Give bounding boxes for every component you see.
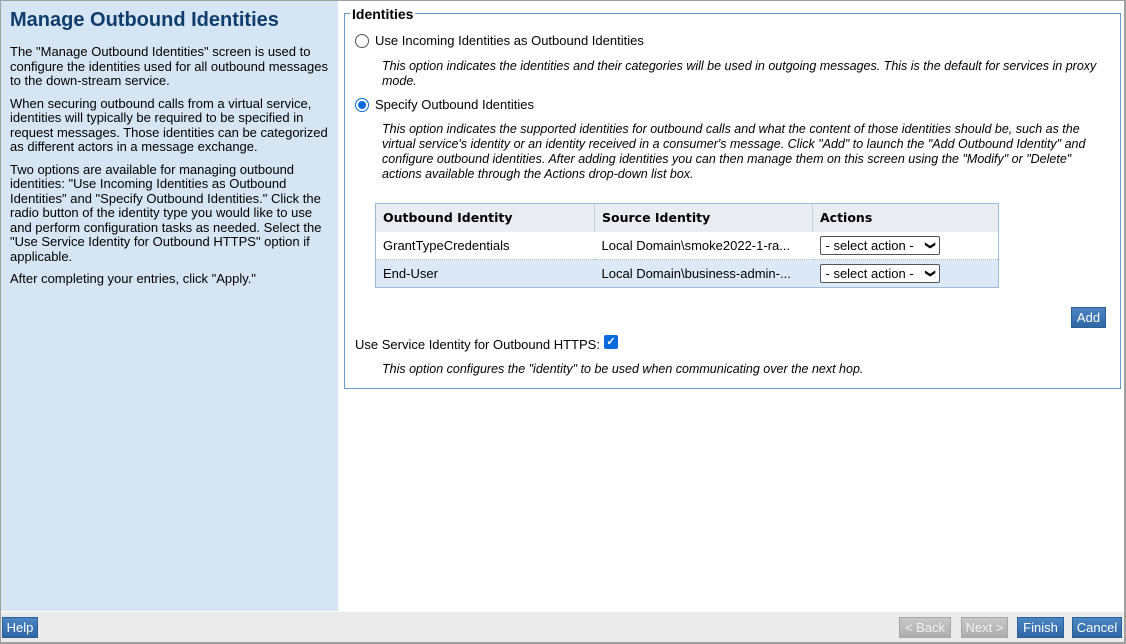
help-sidebar: Manage Outbound Identities The "Manage O…	[1, 1, 338, 611]
main-content: Identities Use Incoming Identities as Ou…	[338, 1, 1124, 611]
source-identity-cell: Local Domain\business-admin-...	[594, 259, 813, 288]
help-paragraph: The "Manage Outbound Identities" screen …	[10, 44, 328, 88]
action-select[interactable]: - select action - ❯	[819, 235, 940, 255]
option-incoming-label: Use Incoming Identities as Outbound Iden…	[375, 33, 644, 48]
help-paragraph: Two options are available for managing o…	[10, 161, 322, 264]
option-specify-identities[interactable]: Specify Outbound Identities	[355, 97, 534, 112]
source-identity-cell: Local Domain\smoke2022-1-ra...	[594, 231, 813, 260]
outbound-https-description: This option configures the "identity" to…	[382, 362, 864, 376]
column-header-actions: Actions	[812, 203, 999, 232]
cancel-button[interactable]: Cancel	[1072, 617, 1122, 638]
action-select-value: - select action -	[825, 266, 914, 281]
outbound-identities-table: Outbound Identity Source Identity Action…	[375, 203, 999, 288]
page-title: Manage Outbound Identities	[10, 9, 279, 31]
option-specify-description: This option indicates the supported iden…	[382, 122, 1086, 181]
column-header-source-identity[interactable]: Source Identity	[594, 203, 813, 232]
action-select[interactable]: - select action - ❯	[819, 264, 940, 283]
help-paragraph: After completing your entries, click "Ap…	[10, 271, 256, 286]
outbound-identity-cell: GrantTypeCredentials	[375, 231, 595, 260]
option-incoming-identities[interactable]: Use Incoming Identities as Outbound Iden…	[355, 33, 644, 48]
outbound-https-label: Use Service Identity for Outbound HTTPS:	[355, 337, 600, 352]
chevron-down-icon: ❯	[924, 241, 936, 250]
option-incoming-description: This option indicates the identities and…	[382, 59, 1097, 88]
actions-cell: - select action - ❯	[812, 259, 999, 288]
table-header-row: Outbound Identity Source Identity Action…	[375, 203, 999, 232]
finish-button[interactable]: Finish	[1017, 617, 1064, 638]
action-select-value: - select action -	[825, 237, 914, 253]
add-identity-button[interactable]: Add	[1071, 307, 1106, 328]
radio-incoming-identities[interactable]	[355, 33, 369, 48]
help-paragraph: When securing outbound calls from a virt…	[10, 95, 328, 154]
next-button[interactable]: Next >	[961, 617, 1008, 638]
option-specify-label: Specify Outbound Identities	[375, 97, 534, 112]
help-button[interactable]: Help	[2, 617, 38, 638]
table-row: End-User Local Domain\business-admin-...…	[375, 259, 999, 288]
column-header-outbound-identity[interactable]: Outbound Identity	[375, 203, 595, 232]
table-row: GrantTypeCredentials Local Domain\smoke2…	[375, 231, 999, 260]
outbound-identity-cell: End-User	[375, 259, 595, 288]
chevron-down-icon: ❯	[924, 269, 936, 278]
back-button[interactable]: < Back	[899, 617, 951, 638]
outbound-https-checkbox[interactable]: ✓	[603, 334, 618, 349]
outbound-https-option: Use Service Identity for Outbound HTTPS:…	[355, 334, 618, 352]
identities-fieldset: Identities Use Incoming Identities as Ou…	[344, 6, 1121, 389]
radio-specify-identities[interactable]	[355, 97, 369, 112]
identities-legend: Identities	[350, 6, 416, 22]
wizard-footer: Help < Back Next > Finish Cancel	[1, 611, 1124, 642]
actions-cell: - select action - ❯	[812, 231, 999, 260]
